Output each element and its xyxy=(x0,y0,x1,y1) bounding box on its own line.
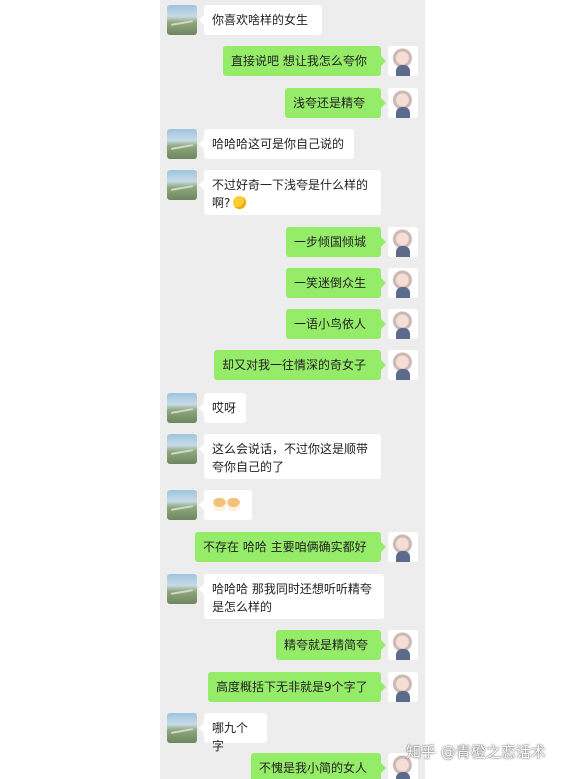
message-row: 哎呀 xyxy=(160,393,425,423)
my-avatar[interactable] xyxy=(388,268,418,298)
contact-avatar[interactable] xyxy=(167,434,197,464)
message-text: 浅夸还是精夸 xyxy=(293,96,366,110)
incoming-message-bubble[interactable]: 你喜欢啥样的女生 xyxy=(199,5,322,35)
contact-avatar[interactable] xyxy=(167,713,197,743)
message-row: 直接说吧 想让我怎么夸你 xyxy=(160,46,425,76)
message-row: 却又对我一往情深的奇女子 xyxy=(160,350,425,380)
outgoing-message-bubble[interactable]: 浅夸还是精夸 xyxy=(285,88,386,118)
message-row: 精夸就是精简夸 xyxy=(160,630,425,660)
contact-avatar[interactable] xyxy=(167,5,197,35)
incoming-message-bubble[interactable]: 哎呀 xyxy=(199,393,246,423)
doge-emoji-icon xyxy=(213,498,226,511)
message-text: 你喜欢啥样的女生 xyxy=(212,13,309,27)
incoming-message-bubble[interactable]: 哪九个字 xyxy=(199,713,267,753)
contact-avatar[interactable] xyxy=(167,574,197,604)
outgoing-message-bubble[interactable]: 一笑迷倒众生 xyxy=(286,268,386,298)
message-text: 一步倾国倾城 xyxy=(294,235,367,249)
outgoing-message-bubble[interactable]: 却又对我一往情深的奇女子 xyxy=(214,350,386,380)
incoming-message-bubble[interactable]: 不过好奇一下浅夸是什么样的啊? xyxy=(199,170,381,215)
message-text: 一语小鸟依人 xyxy=(294,317,367,331)
contact-avatar[interactable] xyxy=(167,490,197,520)
message-row: 不过好奇一下浅夸是什么样的啊? xyxy=(160,170,425,215)
outgoing-message-bubble[interactable]: 不存在 哈哈 主要咱俩确实都好 xyxy=(195,532,386,562)
outgoing-message-bubble[interactable]: 一语小鸟依人 xyxy=(286,309,386,339)
message-row: 一笑迷倒众生 xyxy=(160,268,425,298)
contact-avatar[interactable] xyxy=(167,393,197,423)
message-text: 这么会说话，不过你这是顺带夸你自己的了 xyxy=(212,442,369,474)
message-text: 精夸就是精简夸 xyxy=(284,638,369,652)
message-text: 哎呀 xyxy=(212,401,237,415)
message-text: 一笑迷倒众生 xyxy=(294,276,367,290)
message-row: 哈哈哈 那我同时还想听听精夸是怎么样的 xyxy=(160,574,425,619)
message-text: 高度概括下无非就是9个字了 xyxy=(216,680,368,694)
message-row: 一步倾国倾城 xyxy=(160,227,425,257)
my-avatar[interactable] xyxy=(388,532,418,562)
contact-avatar[interactable] xyxy=(167,170,197,200)
message-text: 哈哈哈 那我同时还想听听精夸是怎么样的 xyxy=(212,582,372,614)
message-text: 哈哈哈这可是你自己说的 xyxy=(212,137,345,151)
outgoing-message-bubble[interactable]: 直接说吧 想让我怎么夸你 xyxy=(223,46,386,76)
message-row: 这么会说话，不过你这是顺带夸你自己的了 xyxy=(160,434,425,479)
contact-avatar[interactable] xyxy=(167,129,197,159)
my-avatar[interactable] xyxy=(388,630,418,660)
outgoing-message-bubble[interactable]: 一步倾国倾城 xyxy=(286,227,386,257)
message-row: 哪九个字 xyxy=(160,713,425,753)
outgoing-message-bubble[interactable]: 高度概括下无非就是9个字了 xyxy=(208,672,386,702)
my-avatar[interactable] xyxy=(388,350,418,380)
watermark: 知乎 @青橙之恋话术 xyxy=(406,743,546,761)
message-text: 不存在 哈哈 主要咱俩确实都好 xyxy=(203,540,367,554)
my-avatar[interactable] xyxy=(388,309,418,339)
message-text: 哪九个字 xyxy=(212,721,249,753)
incoming-message-bubble[interactable] xyxy=(199,490,252,520)
message-text: 直接说吧 想让我怎么夸你 xyxy=(231,54,367,68)
chat-panel: 你喜欢啥样的女生直接说吧 想让我怎么夸你浅夸还是精夸哈哈哈这可是你自己说的不过好… xyxy=(160,0,425,779)
incoming-message-bubble[interactable]: 哈哈哈这可是你自己说的 xyxy=(199,129,354,159)
my-avatar[interactable] xyxy=(388,672,418,702)
message-row: 哈哈哈这可是你自己说的 xyxy=(160,129,425,159)
message-row: 你喜欢啥样的女生 xyxy=(160,5,425,35)
message-row: 一语小鸟依人 xyxy=(160,309,425,339)
message-row: 不存在 哈哈 主要咱俩确实都好 xyxy=(160,532,425,562)
my-avatar[interactable] xyxy=(388,88,418,118)
smirk-emoji-icon xyxy=(233,196,247,209)
incoming-message-bubble[interactable]: 哈哈哈 那我同时还想听听精夸是怎么样的 xyxy=(199,574,384,619)
my-avatar[interactable] xyxy=(388,227,418,257)
my-avatar[interactable] xyxy=(388,46,418,76)
incoming-message-bubble[interactable]: 这么会说话，不过你这是顺带夸你自己的了 xyxy=(199,434,381,479)
message-text: 却又对我一往情深的奇女子 xyxy=(222,358,367,372)
doge-emoji-icon xyxy=(227,498,240,511)
message-text: 不愧是我小简的女人 xyxy=(259,761,368,775)
message-row xyxy=(160,490,425,520)
outgoing-message-bubble[interactable]: 精夸就是精简夸 xyxy=(276,630,386,660)
message-row: 浅夸还是精夸 xyxy=(160,88,425,118)
message-row: 高度概括下无非就是9个字了 xyxy=(160,672,425,702)
message-row: 不愧是我小简的女人 xyxy=(160,753,425,779)
outgoing-message-bubble[interactable]: 不愧是我小简的女人 xyxy=(251,753,386,779)
